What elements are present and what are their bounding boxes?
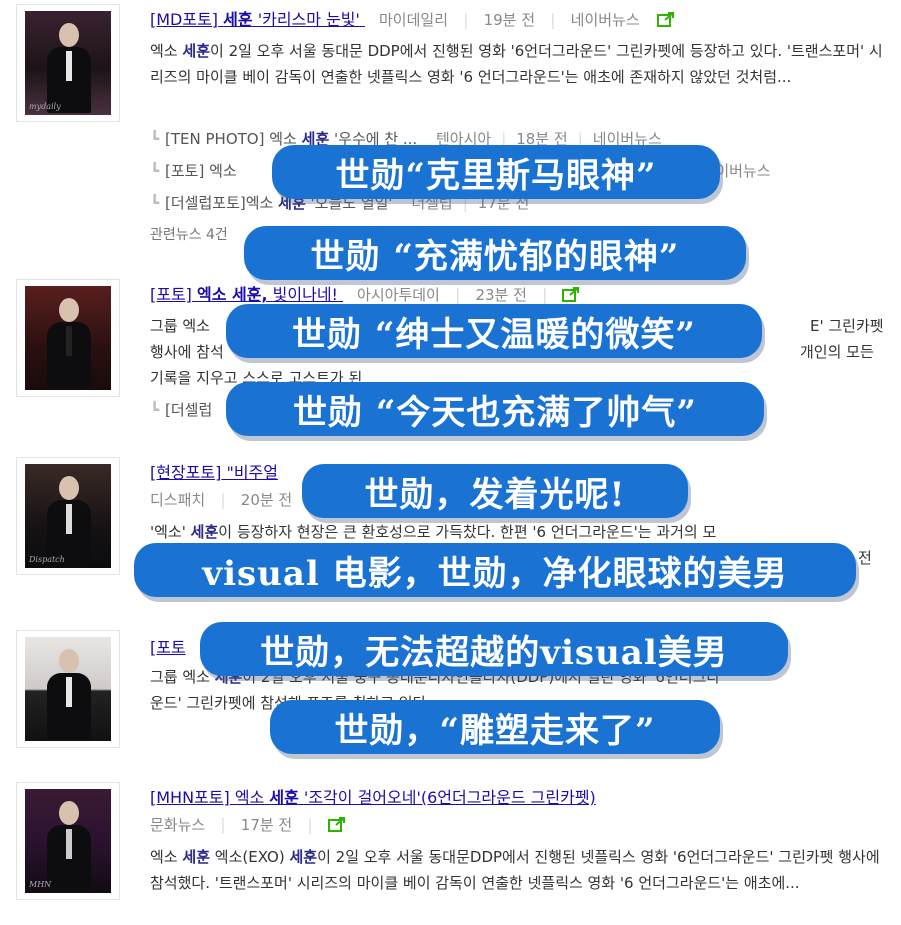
thumbnail-watermark: Dispatch — [29, 555, 65, 564]
source-name[interactable]: 마이데일리 — [379, 11, 448, 29]
source-name[interactable]: 아시아투데이 — [357, 286, 440, 304]
thumbnail-image[interactable]: mydaily — [16, 4, 120, 122]
title-suffix: '카리스마 눈빛' — [257, 10, 360, 29]
publish-time: 23분 전 — [475, 286, 527, 304]
article-title-link[interactable]: [포토] 엑소 세훈, 빛이나네! — [150, 285, 343, 304]
caption-bubble: 世勋 “今天也充满了帅气” — [226, 382, 764, 436]
share-icon[interactable] — [656, 11, 675, 27]
caption-bubble: 世勋 “绅士又温暖的微笑” — [226, 304, 762, 358]
article-title-link[interactable]: [MHN포토] 엑소 세훈 '조각이 걸어오네'(6언더그라운드 그린카펫) — [150, 788, 596, 807]
share-icon[interactable] — [562, 286, 580, 302]
caption-bubble: 世勋 “充满忧郁的眼神” — [244, 226, 746, 280]
article-title-link[interactable]: [포토 — [150, 638, 186, 657]
naver-news-link[interactable]: 네이버뉴스 — [571, 11, 640, 29]
share-icon[interactable] — [327, 816, 346, 832]
thumbnail-image[interactable]: Dispatch — [16, 457, 120, 575]
thumbnail-image[interactable] — [16, 630, 120, 748]
caption-bubble: 世勋“克里斯马眼神” — [272, 145, 720, 199]
publish-time: 20분 전 — [240, 491, 293, 509]
source-name[interactable]: 문화뉴스 — [150, 816, 205, 834]
title-prefix: [MD포토] — [150, 10, 219, 29]
title-keyword: 세훈 — [223, 10, 253, 29]
caption-bubble: 世勋，发着光呢! — [302, 464, 688, 518]
publish-time: 19분 전 — [483, 11, 536, 29]
article-title-link[interactable]: [현장포토] "비주얼 — [150, 463, 278, 482]
related-news-count[interactable]: 관련뉴스 4건 — [150, 224, 228, 244]
caption-bubble: 世勋，“雕塑走来了” — [270, 700, 720, 754]
thumbnail-image[interactable] — [16, 279, 120, 397]
thumbnail-image[interactable]: MHN — [16, 782, 120, 900]
thumbnail-watermark: mydaily — [29, 102, 61, 111]
article-snippet: 엑소 세훈이 2일 오후 서울 동대문 DDP에서 진행된 영화 '6언더그라운… — [150, 42, 883, 86]
caption-bubble: 世勋，无法超越的visual美男 — [200, 622, 788, 676]
caption-bubble: visual 电影，世勋，净化眼球的美男 — [134, 543, 856, 597]
publish-time: 17분 전 — [240, 816, 293, 834]
thumbnail-watermark: MHN — [29, 880, 52, 889]
article-snippet: 엑소 세훈 엑소(EXO) 세훈이 2일 오후 서울 동대문DDP에서 진행된 … — [150, 848, 880, 892]
related-news-item[interactable]: ┗ [더셀럽 — [150, 399, 212, 420]
article-title-link[interactable]: [MD포토] 세훈 '카리스마 눈빛' — [150, 10, 365, 29]
source-name[interactable]: 디스패치 — [150, 491, 205, 509]
article-snippet: '엑소' 세훈이 등장하자 현장은 큰 환호성으로 가득찼다. 한편 '6 언더… — [150, 523, 872, 567]
